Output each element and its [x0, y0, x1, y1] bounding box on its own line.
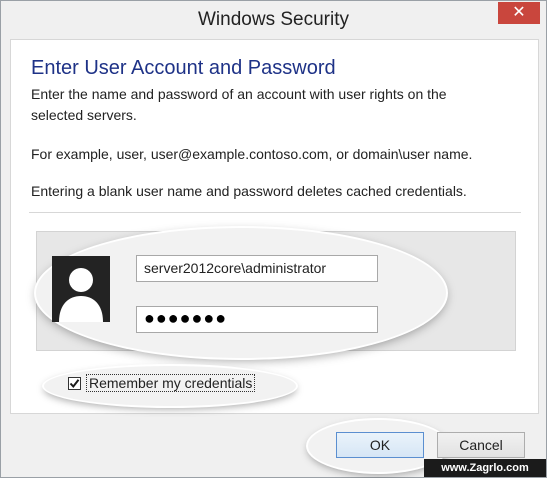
remember-checkbox[interactable] — [68, 376, 81, 390]
close-icon: ✕ — [512, 4, 526, 21]
windows-security-dialog: Windows Security ✕ Enter User Account an… — [0, 0, 547, 478]
username-field[interactable]: server2012core\administrator — [136, 255, 378, 282]
instructions-line-1: Enter the name and password of an accoun… — [31, 86, 447, 102]
dialog-content: Enter User Account and Password Enter th… — [10, 39, 539, 414]
password-field[interactable]: ●●●●●●● — [136, 306, 378, 333]
window-title: Windows Security — [198, 9, 349, 30]
divider — [29, 212, 521, 213]
dialog-heading: Enter User Account and Password — [31, 57, 336, 79]
checkmark-icon — [69, 378, 80, 388]
instructions-line-2: selected servers. — [31, 107, 137, 123]
watermark: www.Zagrlo.com — [424, 459, 546, 477]
close-button[interactable]: ✕ — [498, 2, 540, 24]
blank-credentials-note: Entering a blank user name and password … — [31, 183, 467, 199]
user-avatar-icon — [52, 256, 110, 322]
cancel-button[interactable]: Cancel — [437, 432, 525, 458]
remember-credentials-option[interactable]: Remember my credentials — [68, 373, 256, 393]
title-bar[interactable]: Windows Security ✕ — [1, 1, 546, 37]
ok-button[interactable]: OK — [336, 432, 424, 458]
example-text: For example, user, user@example.contoso.… — [31, 146, 473, 162]
remember-label[interactable]: Remember my credentials — [85, 374, 256, 392]
